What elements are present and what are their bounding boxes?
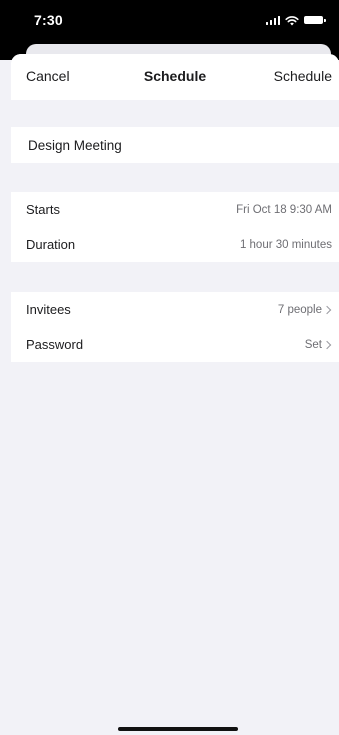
signal-icon: [265, 15, 280, 25]
duration-value: 1 hour 30 minutes: [239, 238, 332, 251]
duration-label: Duration: [26, 237, 76, 252]
schedule-sheet: Cancel Schedule Schedule Design Meeting …: [11, 54, 339, 735]
battery-icon: [304, 16, 326, 24]
invitees-row[interactable]: Invitees 7 people: [11, 292, 339, 327]
options-group: Invitees 7 people Password Set: [11, 292, 339, 362]
phone-screen: 7:30 Cancel Schedule Schedule Design Mee…: [0, 0, 339, 735]
status-icons: [265, 14, 326, 26]
topic-group: Design Meeting: [11, 127, 339, 163]
chevron-right-icon: [322, 340, 332, 349]
password-value: Set: [304, 338, 322, 351]
time-group: Starts Fri Oct 18 9:30 AM Duration 1 hou…: [11, 192, 339, 262]
navigation-bar: Cancel Schedule Schedule: [11, 54, 339, 100]
wifi-icon: [285, 15, 299, 25]
invitees-value-wrap: 7 people: [278, 304, 332, 316]
password-row[interactable]: Password Set: [11, 327, 339, 362]
schedule-button[interactable]: Schedule: [274, 68, 332, 84]
status-bar: 7:30: [0, 0, 339, 44]
invitees-value: 7 people: [277, 303, 322, 316]
chevron-right-icon: [322, 305, 332, 314]
password-label: Password: [26, 337, 84, 352]
meeting-topic-field[interactable]: Design Meeting: [11, 127, 339, 163]
home-indicator[interactable]: [118, 727, 238, 731]
password-value-wrap: Set: [305, 339, 332, 351]
starts-label: Starts: [26, 202, 60, 217]
invitees-label: Invitees: [26, 302, 71, 317]
status-time: 7:30: [34, 12, 63, 28]
duration-row[interactable]: Duration 1 hour 30 minutes: [11, 227, 339, 262]
starts-row[interactable]: Starts Fri Oct 18 9:30 AM: [11, 192, 339, 227]
starts-value: Fri Oct 18 9:30 AM: [236, 203, 332, 216]
cancel-button[interactable]: Cancel: [26, 68, 70, 84]
